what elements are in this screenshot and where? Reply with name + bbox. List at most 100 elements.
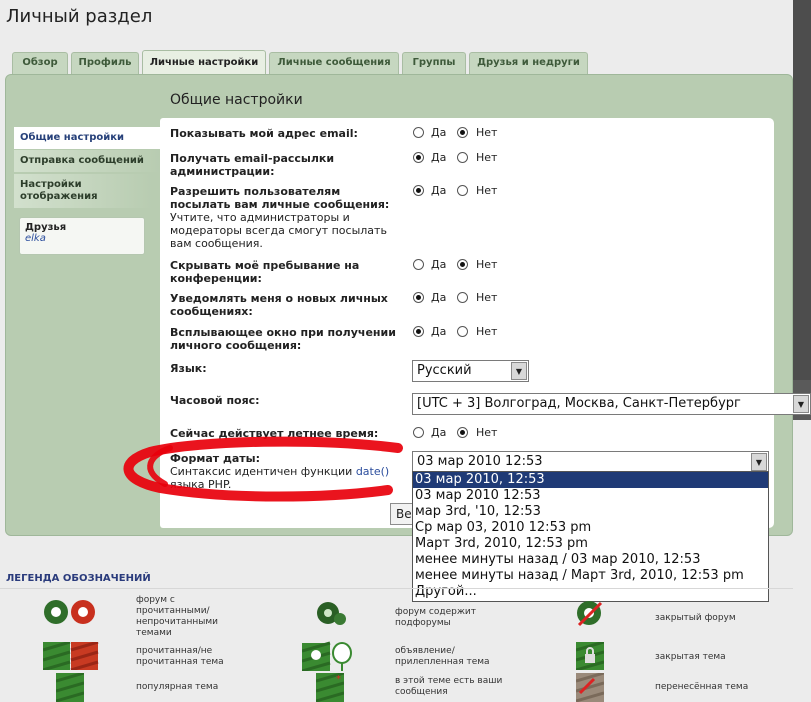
no-label: Нет	[476, 426, 498, 439]
yes-label: Да	[431, 426, 447, 439]
yes-label: Да	[431, 325, 447, 338]
allow-pm-hint: Учтите, что администраторы и модераторы …	[170, 211, 387, 250]
topic-read-unread-icon	[43, 642, 99, 670]
svg-text:*: *	[336, 674, 341, 685]
date-format-option[interactable]: менее минуты назад / Март 3rd, 2010, 12:…	[413, 568, 768, 584]
sidebar-item-display[interactable]: Настройки отображения	[14, 174, 152, 208]
chevron-down-icon[interactable]: ▼	[793, 395, 809, 413]
legend-forum-read-unread: форум с прочитанными/ непрочитанными тем…	[136, 595, 218, 638]
yes-label: Да	[431, 151, 447, 164]
section-title: Общие настройки	[170, 92, 303, 108]
chevron-down-icon[interactable]: ▼	[751, 453, 767, 471]
yes-label: Да	[431, 291, 447, 304]
dst-no-radio[interactable]	[457, 427, 468, 438]
date-format-option[interactable]: Ср мар 03, 2010 12:53 pm	[413, 520, 768, 536]
legend-title: ЛЕГЕНДА ОБОЗНАЧЕНИЙ	[6, 573, 151, 584]
legend-forum-locked: закрытый форум	[655, 613, 736, 623]
tab-groups[interactable]: Группы	[402, 52, 466, 74]
date-format-option[interactable]: Март 3rd, 2010, 12:53 pm	[413, 536, 768, 552]
date-format-label: Формат даты: Синтаксис идентичен функции…	[170, 452, 410, 491]
legend-forum-subforums: форум содержит подфорумы	[395, 607, 477, 628]
topic-locked-icon	[576, 642, 604, 670]
no-label: Нет	[476, 325, 498, 338]
allow-pm-yes-radio[interactable]	[413, 185, 424, 196]
php-date-link[interactable]: date()	[356, 465, 389, 478]
date-format-title: Формат даты:	[170, 452, 260, 465]
forum-read-unread-icon	[44, 600, 95, 624]
no-label: Нет	[476, 291, 498, 304]
date-format-hint-tail: языка PHP.	[170, 478, 232, 491]
forum-subforums-icon	[317, 602, 346, 625]
legend-topic-mine: в этой теме есть ваши сообщения	[395, 676, 503, 697]
show-email-yes-radio[interactable]	[413, 127, 424, 138]
forum-locked-icon	[577, 601, 603, 627]
announcement-sticky-icon	[302, 641, 352, 671]
legend-announcement-sticky: объявление/ прилепленная тема	[395, 646, 490, 667]
tab-friends-foes[interactable]: Друзья и недруги	[469, 52, 588, 74]
hide-online-no-radio[interactable]	[457, 259, 468, 270]
admin-mail-label: Получать email-рассылки администрации:	[170, 152, 335, 178]
tab-overview[interactable]: Обзор	[12, 52, 68, 74]
show-email-label: Показывать мой адрес email:	[170, 127, 358, 140]
popup-pm-label: Всплывающее окно при получении личного с…	[170, 326, 396, 352]
window-edge	[793, 0, 811, 380]
dst-yes-radio[interactable]	[413, 427, 424, 438]
notify-pm-yes-radio[interactable]	[413, 292, 424, 303]
dst-label: Сейчас действует летнее время:	[170, 427, 379, 440]
friend-link[interactable]: elka	[25, 233, 139, 244]
date-format-option[interactable]: Другой...	[413, 584, 768, 600]
date-format-select[interactable]: 03 мар 2010 12:53 ▼	[412, 451, 769, 473]
chevron-down-icon[interactable]: ▼	[511, 362, 527, 380]
date-format-hint-text: Синтаксис идентичен функции	[170, 465, 353, 478]
date-format-option[interactable]: 03 мар 2010, 12:53	[413, 472, 768, 488]
date-format-option[interactable]: менее минуты назад / 03 мар 2010, 12:53	[413, 552, 768, 568]
yes-label: Да	[431, 258, 447, 271]
admin-mail-no-radio[interactable]	[457, 152, 468, 163]
tab-personal-settings[interactable]: Личные настройки	[142, 50, 266, 74]
friends-box: Друзья elka	[19, 217, 145, 255]
language-value: Русский	[417, 363, 472, 378]
timezone-value: [UTC + 3] Волгоград, Москва, Санкт-Петер…	[417, 396, 741, 411]
date-format-value: 03 мар 2010 12:53	[417, 454, 543, 469]
notify-pm-label: Уведомлять меня о новых личных сообщения…	[170, 292, 388, 318]
hide-online-yes-radio[interactable]	[413, 259, 424, 270]
language-select[interactable]: Русский ▼	[412, 360, 529, 382]
hide-online-label: Скрывать моё пребывание на конференции:	[170, 259, 360, 285]
sidebar-item-general[interactable]: Общие настройки	[14, 127, 160, 149]
no-label: Нет	[476, 184, 498, 197]
legend-topic-read-unread: прочитанная/не прочитанная тема	[136, 646, 224, 667]
allow-pm-label: Разрешить пользователям посылать вам лич…	[170, 185, 402, 250]
popup-pm-no-radio[interactable]	[457, 326, 468, 337]
topic-mine-icon: *	[316, 673, 344, 702]
page-title: Личный раздел	[6, 6, 153, 27]
tab-profile[interactable]: Профиль	[71, 52, 139, 74]
topic-moved-icon	[576, 673, 604, 702]
date-format-hint: Синтаксис идентичен функции date() языка…	[170, 465, 410, 491]
legend-topic-locked: закрытая тема	[655, 652, 726, 662]
date-format-option[interactable]: мар 3rd, '10, 12:53	[413, 504, 768, 520]
language-label: Язык:	[170, 362, 207, 375]
submit-button[interactable]: Ве	[390, 503, 414, 525]
legend-divider	[0, 588, 793, 589]
admin-mail-yes-radio[interactable]	[413, 152, 424, 163]
allow-pm-title: Разрешить пользователям посылать вам лич…	[170, 185, 390, 211]
legend-topic-hot: популярная тема	[136, 682, 219, 692]
timezone-select[interactable]: [UTC + 3] Волгоград, Москва, Санкт-Петер…	[412, 393, 811, 415]
no-label: Нет	[476, 151, 498, 164]
tab-private-messages[interactable]: Личные сообщения	[269, 52, 399, 74]
date-format-dropdown[interactable]: 03 мар 2010, 12:53 03 мар 2010 12:53 мар…	[412, 471, 769, 602]
show-email-no-radio[interactable]	[457, 127, 468, 138]
yes-label: Да	[431, 126, 447, 139]
topic-hot-icon	[56, 673, 84, 702]
sidebar-item-posting[interactable]: Отправка сообщений	[14, 150, 160, 172]
notify-pm-no-radio[interactable]	[457, 292, 468, 303]
timezone-label: Часовой пояс:	[170, 394, 260, 407]
no-label: Нет	[476, 258, 498, 271]
legend-topic-moved: перенесённая тема	[655, 682, 749, 692]
date-format-option[interactable]: 03 мар 2010 12:53	[413, 488, 768, 504]
friends-title: Друзья	[25, 222, 67, 233]
allow-pm-no-radio[interactable]	[457, 185, 468, 196]
no-label: Нет	[476, 126, 498, 139]
yes-label: Да	[431, 184, 447, 197]
popup-pm-yes-radio[interactable]	[413, 326, 424, 337]
